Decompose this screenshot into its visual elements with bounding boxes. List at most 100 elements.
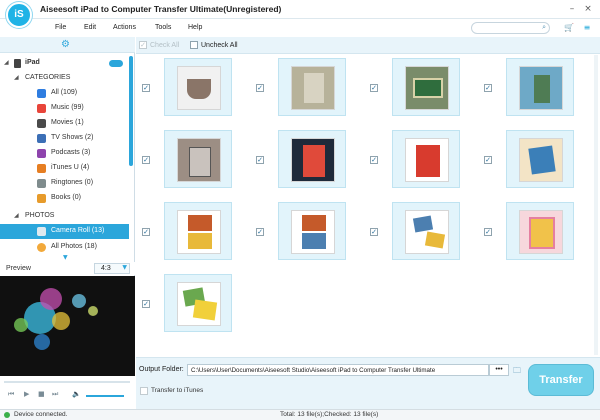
item-checkbox[interactable]: ✓ [370, 84, 378, 92]
volume-slider[interactable] [86, 395, 124, 397]
sidebar-item-tv-shows[interactable]: TV Shows (2) [0, 131, 130, 146]
preview-bubble [34, 334, 50, 350]
play-icon[interactable]: ▶ [24, 390, 29, 398]
item-checkbox[interactable]: ✓ [484, 228, 492, 236]
itunes-u-icon [37, 164, 46, 173]
sidebar-item-all-photos[interactable]: All Photos (18) [0, 240, 130, 255]
transfer-to-itunes-label[interactable]: Transfer to iTunes [151, 387, 203, 394]
volume-icon[interactable]: 🔈 [72, 390, 81, 398]
photo-tile[interactable] [164, 58, 232, 116]
cloud-badge-icon[interactable] [109, 60, 123, 67]
search-icon[interactable]: ⌕ [542, 23, 546, 32]
preview-header: Preview 4:3 ▼ [0, 262, 135, 275]
uncheck-all-checkbox[interactable] [190, 41, 198, 49]
sidebar-item-label: Movies (1) [51, 119, 84, 126]
item-checkbox[interactable]: ✓ [142, 84, 150, 92]
photo-thumbnail [291, 66, 335, 110]
sidebar-item-ringtones[interactable]: Ringtones (0) [0, 176, 130, 191]
expand-arrow-icon[interactable]: ◢ [4, 59, 9, 66]
preview-bubble [72, 294, 86, 308]
cart-icon[interactable]: 🛒 [564, 23, 574, 33]
sidebar-item-label: Podcasts (3) [51, 149, 91, 156]
folder-icon[interactable]: 🗀 [513, 365, 521, 379]
item-checkbox[interactable]: ✓ [370, 228, 378, 236]
sidebar-item-label: Music (99) [51, 104, 84, 111]
photo-thumbnail [519, 210, 563, 254]
all-icon [37, 89, 46, 98]
stop-icon[interactable]: ■ [38, 390, 45, 398]
photo-tile[interactable] [164, 130, 232, 188]
item-checkbox[interactable]: ✓ [142, 228, 150, 236]
search-input[interactable]: ⌕ [471, 22, 550, 34]
check-all-label[interactable]: Check All [150, 42, 179, 49]
close-button[interactable]: × [582, 3, 594, 15]
sidebar-item-movies[interactable]: Movies (1) [0, 116, 130, 131]
sidebar-item-itunes-u[interactable]: iTunes U (4) [0, 161, 130, 176]
output-folder-label: Output Folder: [139, 366, 184, 373]
item-checkbox[interactable]: ✓ [142, 300, 150, 308]
main-scrollbar[interactable] [594, 55, 598, 355]
photo-thumbnail [291, 138, 335, 182]
check-all-checkbox[interactable]: ✓ [139, 41, 147, 49]
photos-label: PHOTOS [25, 212, 55, 219]
uncheck-all-label[interactable]: Uncheck All [201, 42, 238, 49]
photos-header[interactable]: ◢ PHOTOS [0, 209, 130, 224]
item-checkbox[interactable]: ✓ [484, 84, 492, 92]
minimize-button[interactable]: – [566, 3, 578, 15]
window-title: Aiseesoft iPad to Computer Transfer Ulti… [40, 4, 282, 14]
sidebar-item-all[interactable]: All (109) [0, 86, 130, 101]
photo-tile[interactable] [392, 202, 460, 260]
menu-help[interactable]: Help [188, 24, 202, 31]
device-name: iPad [25, 59, 40, 66]
photo-tile[interactable] [392, 58, 460, 116]
playback-progress[interactable] [4, 381, 130, 383]
app-logo-icon: iS [6, 2, 32, 28]
next-icon[interactable]: ⏭ [52, 390, 58, 399]
item-checkbox[interactable]: ✓ [256, 156, 264, 164]
output-folder-field[interactable]: C:\Users\User\Documents\Aiseesoft Studio… [187, 364, 489, 376]
photo-tile[interactable] [164, 202, 232, 260]
item-checkbox[interactable]: ✓ [484, 156, 492, 164]
item-checkbox[interactable]: ✓ [256, 84, 264, 92]
sidebar-item-books[interactable]: Books (0) [0, 191, 130, 206]
photo-tile[interactable] [164, 274, 232, 332]
expand-arrow-icon[interactable]: ◢ [14, 212, 19, 219]
preview-bubble [40, 288, 62, 310]
sidebar-item-label: Ringtones (0) [51, 179, 94, 186]
transfer-to-itunes-checkbox[interactable] [140, 387, 148, 395]
item-checkbox[interactable]: ✓ [370, 156, 378, 164]
categories-header[interactable]: ◢ CATEGORIES [0, 71, 130, 86]
menu-tools[interactable]: Tools [155, 24, 171, 31]
photo-tile[interactable] [278, 202, 346, 260]
menu-file[interactable]: File [55, 24, 66, 31]
camera-icon [37, 227, 46, 236]
sidebar-item-music[interactable]: Music (99) [0, 101, 130, 116]
menu-edit[interactable]: Edit [84, 24, 96, 31]
preview-bubble [88, 306, 98, 316]
menu-actions[interactable]: Actions [113, 24, 136, 31]
podcast-icon [37, 149, 46, 158]
sidebar-item-label: iTunes U (4) [51, 164, 90, 171]
photo-tile[interactable] [506, 130, 574, 188]
photo-tile[interactable] [392, 130, 460, 188]
browse-button[interactable]: ••• [489, 364, 509, 376]
sidebar-item-camera-roll[interactable]: Camera Roll (13) [0, 224, 129, 239]
sidebar-item-label: All (109) [51, 89, 78, 96]
scroll-down-icon[interactable]: ▼ [63, 254, 68, 261]
preview-bubble [14, 318, 28, 332]
menu-icon[interactable]: ≡ [582, 23, 592, 33]
sidebar-item-podcasts[interactable]: Podcasts (3) [0, 146, 130, 161]
photo-tile[interactable] [278, 130, 346, 188]
title-bar: Aiseesoft iPad to Computer Transfer Ulti… [0, 0, 600, 19]
gear-icon[interactable]: ⚙ [61, 39, 70, 50]
aspect-ratio-select[interactable]: 4:3 ▼ [94, 263, 130, 274]
transfer-button[interactable]: Transfer [528, 364, 594, 396]
item-checkbox[interactable]: ✓ [142, 156, 150, 164]
item-checkbox[interactable]: ✓ [256, 228, 264, 236]
photo-thumbnail [405, 66, 449, 110]
expand-arrow-icon[interactable]: ◢ [14, 74, 19, 81]
photo-tile[interactable] [506, 202, 574, 260]
photo-tile[interactable] [278, 58, 346, 116]
photo-tile[interactable] [506, 58, 574, 116]
previous-icon[interactable]: ⏮ [8, 390, 14, 399]
